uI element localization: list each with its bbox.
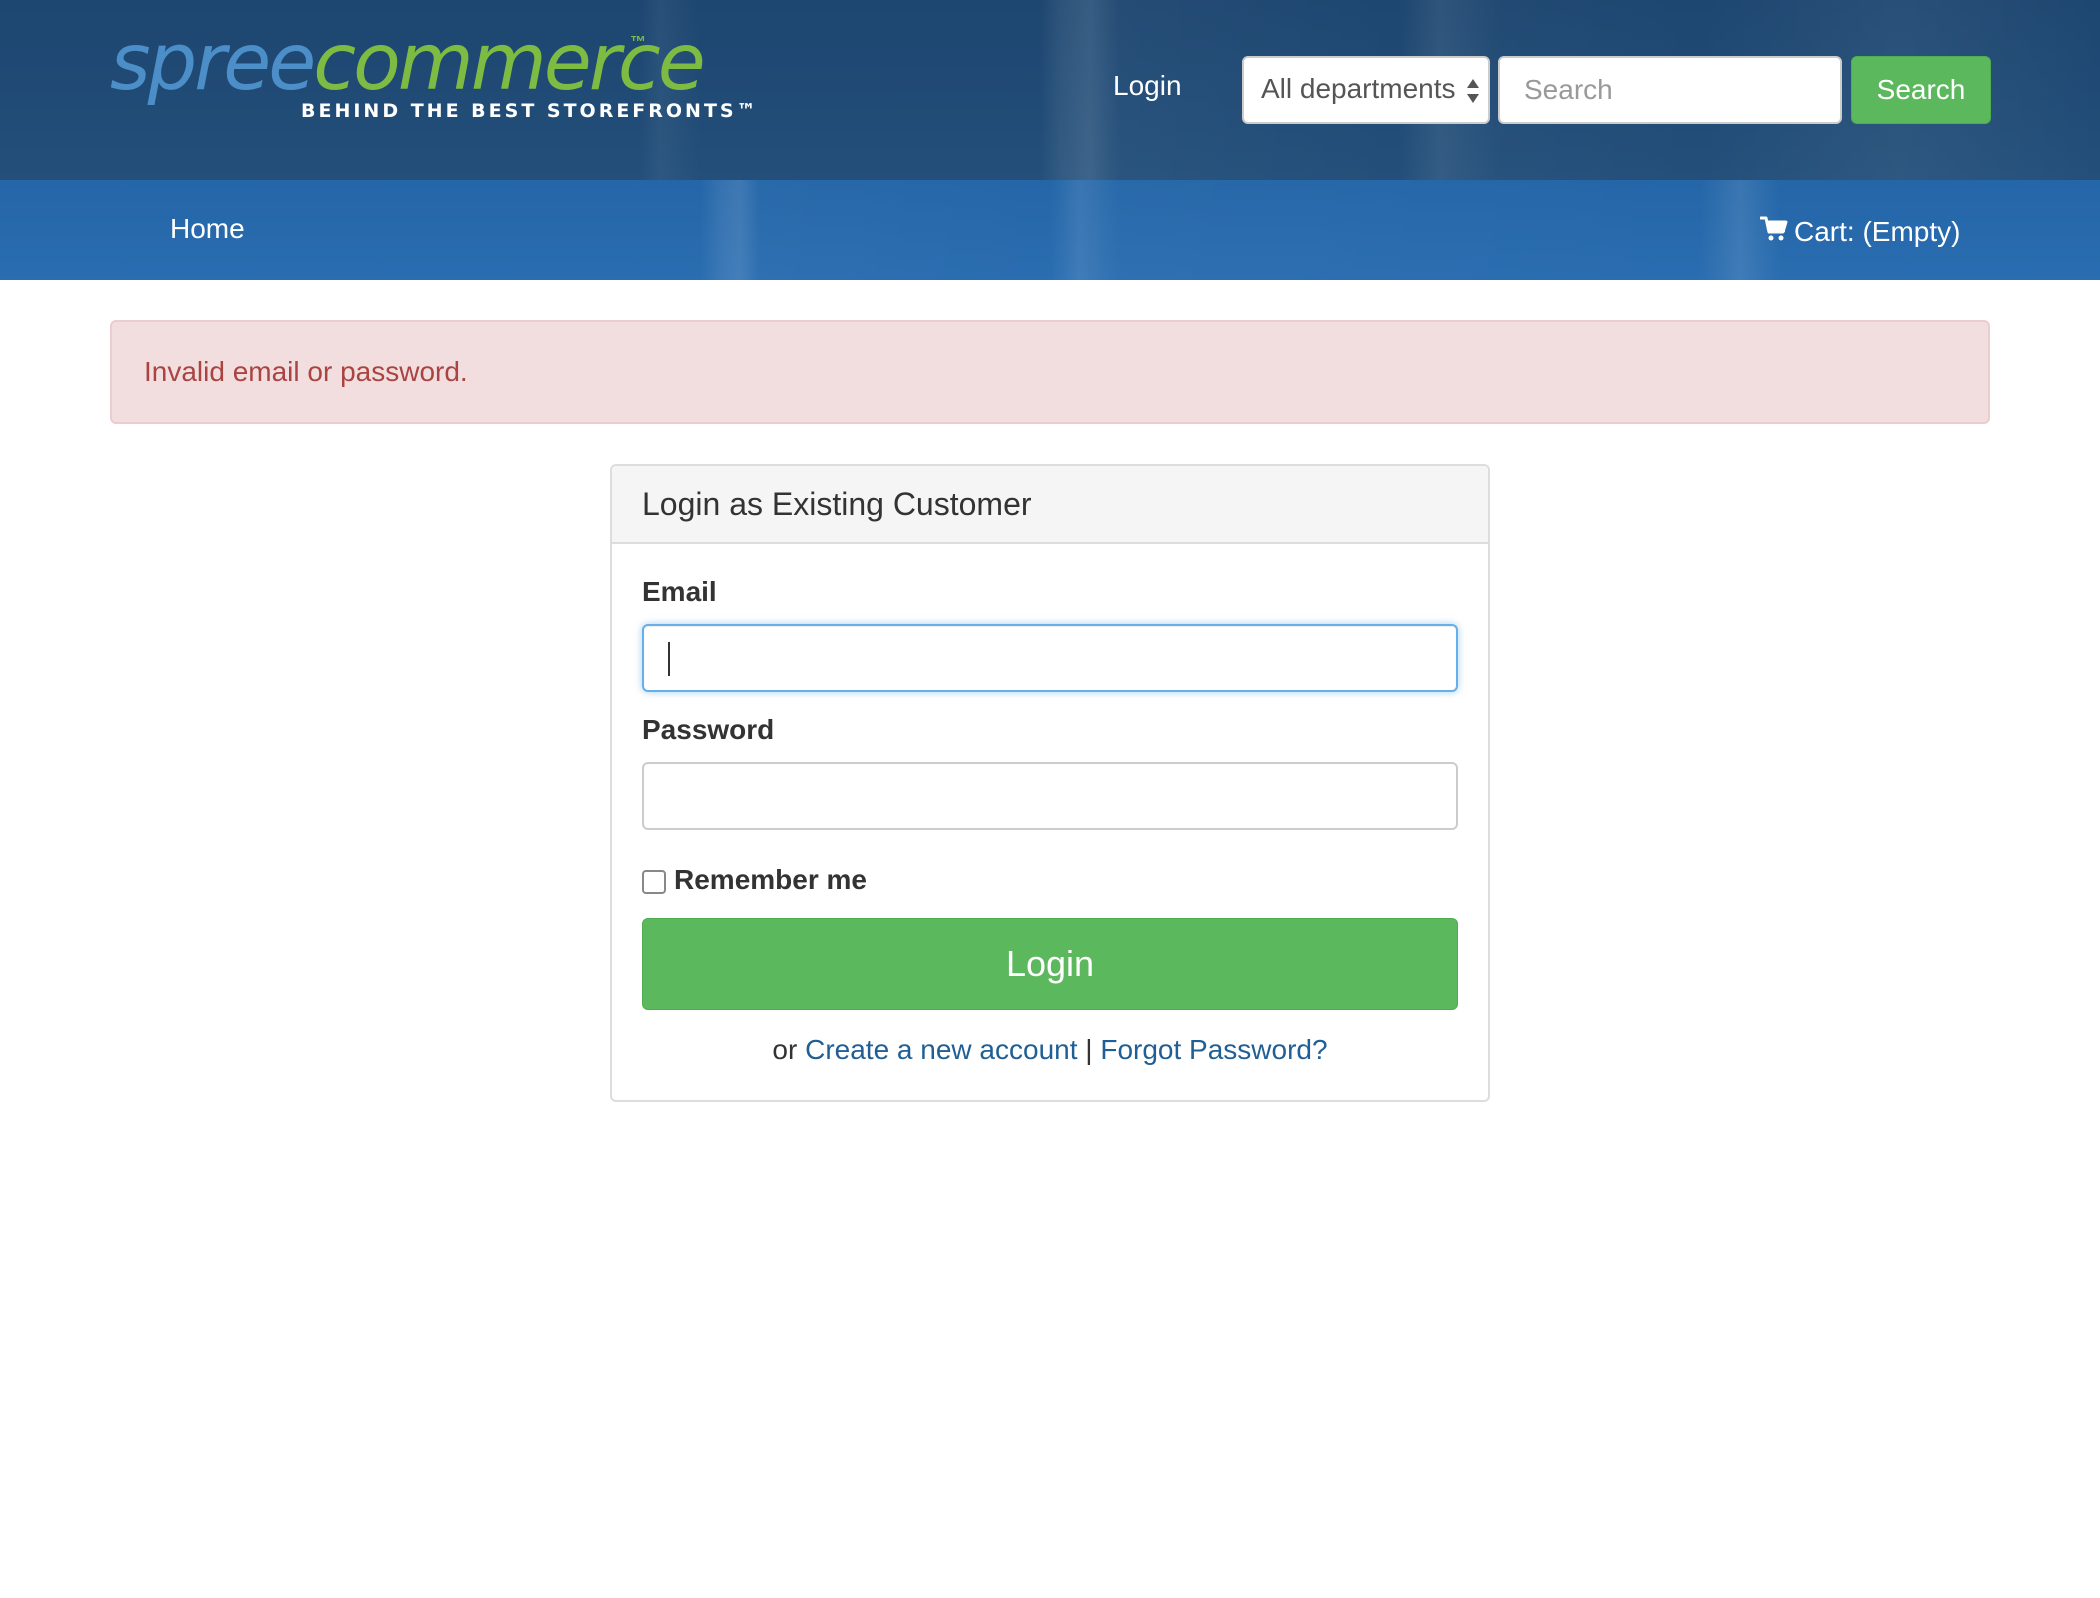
- search-input[interactable]: [1498, 56, 1842, 124]
- logo-tagline: BEHIND THE BEST STOREFRONTS™: [301, 100, 759, 122]
- password-field[interactable]: [642, 762, 1458, 830]
- department-select[interactable]: All departments: [1242, 56, 1490, 124]
- password-label: Password: [642, 714, 775, 745]
- forgot-password-link[interactable]: Forgot Password?: [1100, 1034, 1327, 1065]
- login-panel-title: Login as Existing Customer: [612, 466, 1488, 544]
- logo-wordmark: spreecommerce: [110, 18, 706, 108]
- logo-trademark: ™: [630, 34, 646, 51]
- header-login-link[interactable]: Login: [1113, 70, 1182, 102]
- create-account-link[interactable]: Create a new account: [805, 1034, 1077, 1065]
- spree-commerce-logo[interactable]: spreecommerce ™ BEHIND THE BEST STOREFRO…: [110, 18, 756, 128]
- account-links-row: or Create a new account | Forgot Passwor…: [612, 1034, 1488, 1066]
- error-alert: Invalid email or password.: [110, 320, 1990, 424]
- text-caret: [668, 642, 670, 676]
- nav-cart-link[interactable]: Cart: (Empty): [1759, 213, 1961, 248]
- cart-status-text: Cart: (Empty): [1794, 216, 1961, 247]
- nav-home-link[interactable]: Home: [170, 213, 245, 245]
- logo-word-commerce: commerce: [313, 18, 705, 108]
- email-label: Email: [642, 576, 717, 607]
- login-submit-button[interactable]: Login: [642, 918, 1458, 1010]
- department-select-value: All departments: [1261, 73, 1456, 104]
- logo-word-spree: spree: [110, 18, 316, 108]
- remember-me-label[interactable]: Remember me: [674, 864, 867, 896]
- sort-arrows-icon: [1467, 79, 1479, 103]
- links-separator: |: [1085, 1034, 1093, 1065]
- site-header: spreecommerce ™ BEHIND THE BEST STOREFRO…: [0, 0, 2100, 180]
- login-panel: Login as Existing Customer Email Passwor…: [610, 464, 1490, 1102]
- shopping-cart-icon: [1759, 216, 1788, 241]
- email-field[interactable]: [642, 624, 1458, 692]
- error-alert-message: Invalid email or password.: [144, 356, 468, 387]
- remember-me-checkbox[interactable]: [642, 870, 666, 894]
- or-text: or: [772, 1034, 798, 1065]
- search-button[interactable]: Search: [1851, 56, 1991, 124]
